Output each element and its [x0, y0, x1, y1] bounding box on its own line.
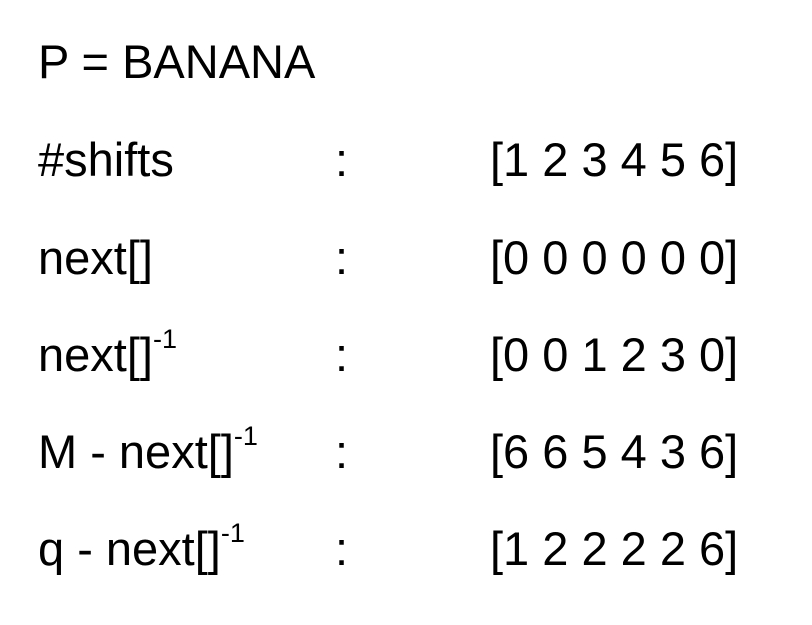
- row-values: [1 2 2 2 2 6]: [490, 522, 739, 575]
- row-next: next[] : [0 0 0 0 0 0]: [0, 218, 812, 298]
- row-values: [0 0 1 2 3 0]: [490, 328, 739, 381]
- row-label-text: M - next[]: [38, 425, 234, 478]
- row-label-text: q - next[]: [38, 522, 221, 575]
- row-values: [6 6 5 4 3 6]: [490, 425, 739, 478]
- row-label: M - next[]-1: [38, 412, 258, 492]
- row-values: [0 0 0 0 0 0]: [490, 231, 739, 284]
- row-values: [1 2 3 4 5 6]: [490, 133, 739, 186]
- pattern-title: P = BANANA: [38, 35, 316, 88]
- row-colon: :: [335, 425, 349, 478]
- row-label-text: next[]: [38, 231, 153, 284]
- slide: P = BANANA #shifts : [1 2 3 4 5 6] next[…: [0, 0, 812, 625]
- row-label-superscript: -1: [152, 324, 177, 355]
- row-colon: :: [335, 328, 349, 381]
- row-label: #shifts: [38, 120, 174, 200]
- row-colon: :: [335, 231, 349, 284]
- row-q-minus-next-inverse: q - next[]-1 : [1 2 2 2 2 6]: [0, 509, 812, 589]
- row-label: next[]: [38, 218, 153, 298]
- row-next-inverse: next[]-1 : [0 0 1 2 3 0]: [0, 315, 812, 395]
- row-shifts: #shifts : [1 2 3 4 5 6]: [0, 120, 812, 200]
- row-colon: :: [335, 133, 349, 186]
- row-label-text: #shifts: [38, 133, 174, 186]
- row-colon: :: [335, 522, 349, 575]
- row-label-superscript: -1: [233, 421, 258, 452]
- row-m-minus-next-inverse: M - next[]-1 : [6 6 5 4 3 6]: [0, 412, 812, 492]
- row-label-text: next[]: [38, 328, 153, 381]
- row-label: next[]-1: [38, 315, 177, 395]
- row-label-superscript: -1: [220, 518, 245, 549]
- row-label: q - next[]-1: [38, 509, 245, 589]
